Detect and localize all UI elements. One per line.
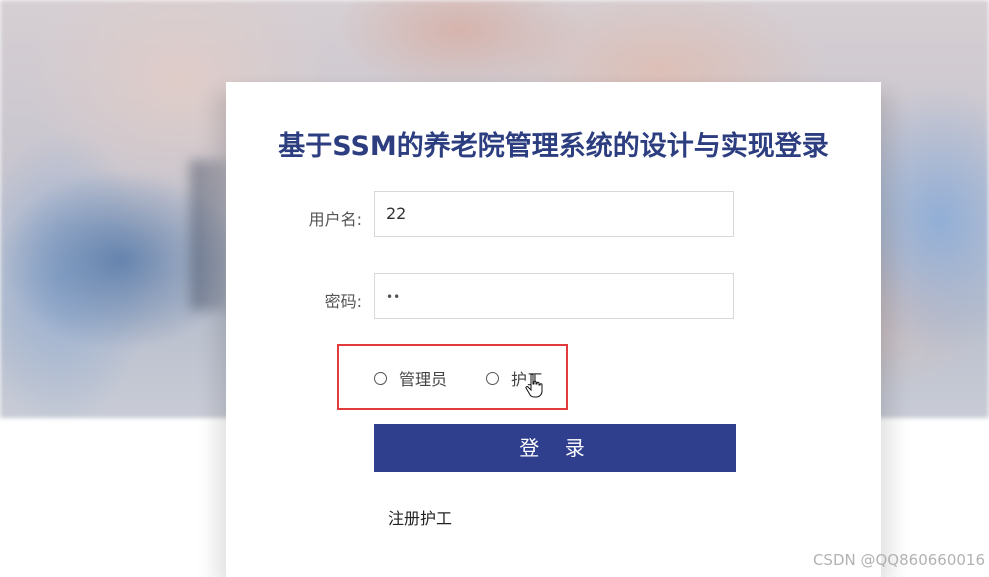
role-option-admin[interactable]: 管理员 (374, 368, 448, 389)
page-title: 基于SSM的养老院管理系统的设计与实现登录 (278, 131, 829, 162)
register-caregiver-link[interactable]: 注册护工 (388, 505, 452, 529)
background-decoration (190, 160, 230, 310)
radio-button-caregiver[interactable] (486, 371, 499, 385)
password-label: 密码: (324, 292, 362, 311)
login-page: 基于SSM的养老院管理系统的设计与实现登录 用户名: 22 密码: •• 管理员… (0, 0, 989, 577)
role-selector: 管理员 护工 (337, 344, 568, 410)
password-input[interactable]: •• (374, 273, 734, 319)
username-label: 用户名: (308, 210, 362, 229)
role-label-admin: 管理员 (399, 370, 448, 389)
hand-cursor-icon (525, 374, 543, 398)
watermark: CSDN @QQ860660016 (812, 551, 985, 569)
login-card: 基于SSM的养老院管理系统的设计与实现登录 用户名: 22 密码: •• 管理员… (226, 82, 881, 577)
password-mask: •• (386, 290, 401, 304)
radio-button-admin[interactable] (374, 371, 387, 385)
login-button[interactable]: 登 录 (374, 424, 736, 472)
username-input[interactable]: 22 (374, 191, 734, 237)
